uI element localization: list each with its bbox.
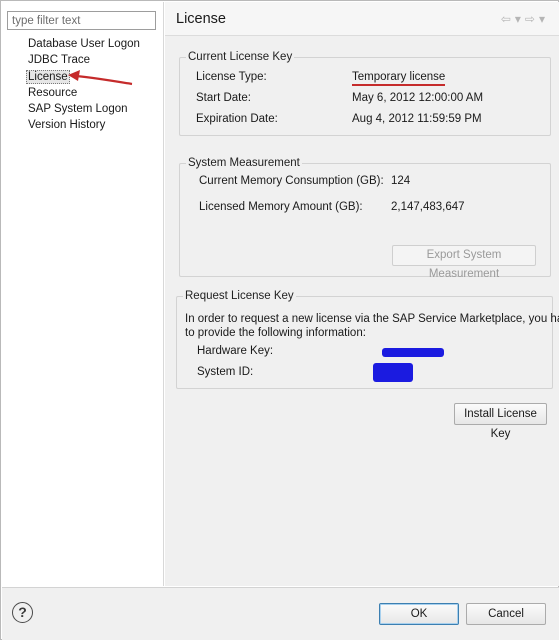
tree-item-database-user-logon[interactable]: Database User Logon bbox=[27, 36, 141, 52]
system-id-redaction bbox=[373, 363, 413, 382]
start-date-value: May 6, 2012 12:00:00 AM bbox=[352, 92, 484, 104]
tree-item-label: License bbox=[26, 69, 70, 84]
current-memory-value: 124 bbox=[391, 175, 411, 187]
tree-item-sap-system-logon[interactable]: SAP System Logon bbox=[27, 101, 141, 117]
request-description: In order to request a new license via th… bbox=[185, 312, 559, 340]
back-dropdown-icon[interactable]: ▾ bbox=[515, 12, 521, 26]
ok-button[interactable]: OK bbox=[379, 603, 459, 625]
preferences-dialog: Database User Logon JDBC Trace License R… bbox=[0, 0, 559, 640]
system-measurement-group: System Measurement Current Memory Consum… bbox=[179, 155, 551, 280]
tree-item-label: SAP System Logon bbox=[28, 103, 128, 116]
expiration-date-value: Aug 4, 2012 11:59:59 PM bbox=[352, 113, 482, 125]
page-header: License ⇦ ▾ ⇨ ▾ bbox=[165, 2, 559, 36]
request-license-key-group: Request License Key In order to request … bbox=[176, 288, 559, 389]
forward-arrow-icon[interactable]: ⇨ bbox=[525, 12, 535, 26]
hardware-key-redaction bbox=[382, 348, 444, 357]
expiration-date-label: Expiration Date: bbox=[196, 113, 278, 125]
red-arrow-annotation-icon bbox=[68, 70, 133, 86]
license-type-label: License Type: bbox=[196, 71, 267, 83]
current-license-key-group: Current License Key License Type: Tempor… bbox=[179, 49, 551, 136]
export-system-measurement-button[interactable]: Export System Measurement bbox=[392, 245, 536, 280]
tree-item-label: Version History bbox=[28, 119, 106, 132]
license-type-value: Temporary license bbox=[352, 71, 446, 86]
page-title: License bbox=[176, 11, 226, 27]
group-label-current-license-key: Current License Key bbox=[186, 49, 295, 65]
hardware-key-label: Hardware Key: bbox=[197, 345, 274, 357]
system-id-label: System ID: bbox=[197, 366, 254, 378]
tree-item-label: Database User Logon bbox=[28, 38, 140, 50]
tree-item-version-history[interactable]: Version History bbox=[27, 117, 141, 133]
licensed-memory-value: 2,147,483,647 bbox=[391, 201, 465, 213]
request-description-line-1: In order to request a new license via th… bbox=[185, 313, 559, 325]
filter-input[interactable] bbox=[7, 11, 156, 30]
current-memory-label: Current Memory Consumption (GB): bbox=[199, 175, 384, 187]
group-label-system-measurement: System Measurement bbox=[186, 155, 302, 171]
forward-dropdown-icon[interactable]: ▾ bbox=[539, 12, 545, 26]
back-arrow-icon[interactable]: ⇦ bbox=[501, 12, 511, 26]
tree-item-label: JDBC Trace bbox=[28, 54, 90, 67]
license-page: License ⇦ ▾ ⇨ ▾ Current License Key Lice… bbox=[165, 2, 559, 586]
navigation-controls: ⇦ ▾ ⇨ ▾ bbox=[501, 12, 545, 26]
preferences-tree-panel: Database User Logon JDBC Trace License R… bbox=[2, 2, 164, 586]
dialog-button-bar: ? OK Cancel bbox=[2, 587, 559, 640]
help-icon[interactable]: ? bbox=[12, 602, 33, 623]
cancel-button[interactable]: Cancel bbox=[466, 603, 546, 625]
request-description-line-2: to provide the following information: bbox=[185, 327, 366, 339]
licensed-memory-label: Licensed Memory Amount (GB): bbox=[199, 201, 363, 213]
install-license-key-button[interactable]: Install License Key bbox=[454, 403, 547, 440]
group-label-request-license-key: Request License Key bbox=[183, 288, 296, 304]
start-date-label: Start Date: bbox=[196, 92, 251, 104]
